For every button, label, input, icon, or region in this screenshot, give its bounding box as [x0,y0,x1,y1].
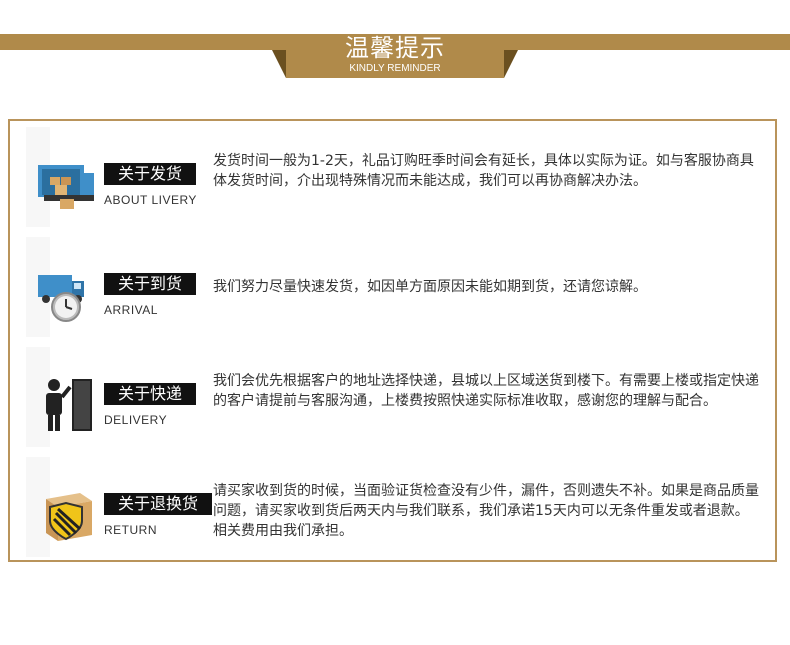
box-shield-icon [46,493,92,541]
reminder-box: 关于发货 ABOUT LIVERY 发货时间一般为1-2天，礼品订购旺季时间会有… [8,119,777,562]
item-title: 关于快递 [104,383,197,405]
item-description: 请买家收到货的时候，当面验证货检查没有少件，漏件，否则遗失不补。如果是商品质量问… [213,483,759,539]
reminder-item-return: 关于退换货 RETURN 请买家收到货的时候，当面验证货检查没有少件，漏件，否则… [26,457,766,557]
item-description: 发货时间一般为1-2天，礼品订购旺季时间会有延长，具体以实际为证。如与客服协商具… [213,153,754,189]
reminder-item-shipping: 关于发货 ABOUT LIVERY 发货时间一般为1-2天，礼品订购旺季时间会有… [26,127,766,227]
item-en-label: ARRIVAL [104,303,158,317]
reminder-item-delivery: 关于快递 DELIVERY 我们会优先根据客户的地址选择快递，县城以上区域送货到… [26,347,766,447]
item-title: 关于退换货 [104,493,213,515]
reminder-item-arrival: 关于到货 ARRIVAL 我们努力尽量快速发货，如因单方面原因未能如期到货，还请… [26,237,766,337]
item-en-label: ABOUT LIVERY [104,193,197,207]
item-title: 关于发货 [104,163,197,185]
truck-loaded-icon [38,165,94,209]
item-en-label: DELIVERY [104,413,168,427]
page-title: 温馨提示 [345,34,445,62]
item-description: 我们努力尽量快速发货，如因单方面原因未能如期到货，还请您谅解。 [213,279,647,295]
header-badge: 温馨提示 KINDLY REMINDER [272,34,518,78]
courier-door-icon [46,379,92,431]
item-title: 关于到货 [104,273,197,295]
item-description: 我们会优先根据客户的地址选择快递，县城以上区域送货到楼下。有需要上楼或指定快递的… [213,373,759,409]
page-subtitle: KINDLY REMINDER [349,63,441,74]
truck-clock-icon [38,275,84,322]
item-en-label: RETURN [104,523,157,537]
